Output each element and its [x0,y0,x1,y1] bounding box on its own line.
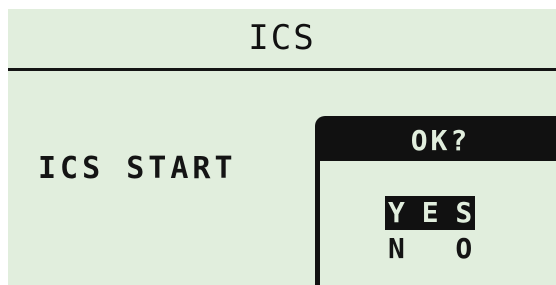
no-option[interactable]: N O [388,232,472,266]
dialog-title: OK? [320,121,556,161]
screen-title: ICS [248,18,316,58]
title-divider [8,68,556,71]
ics-start-label: ICS START [38,151,237,186]
yes-option[interactable]: Y E S [385,196,476,230]
confirm-dialog: OK? Y E S N O [315,116,556,285]
lcd-screen: ICS ICS START OK? Y E S N O [8,9,556,285]
